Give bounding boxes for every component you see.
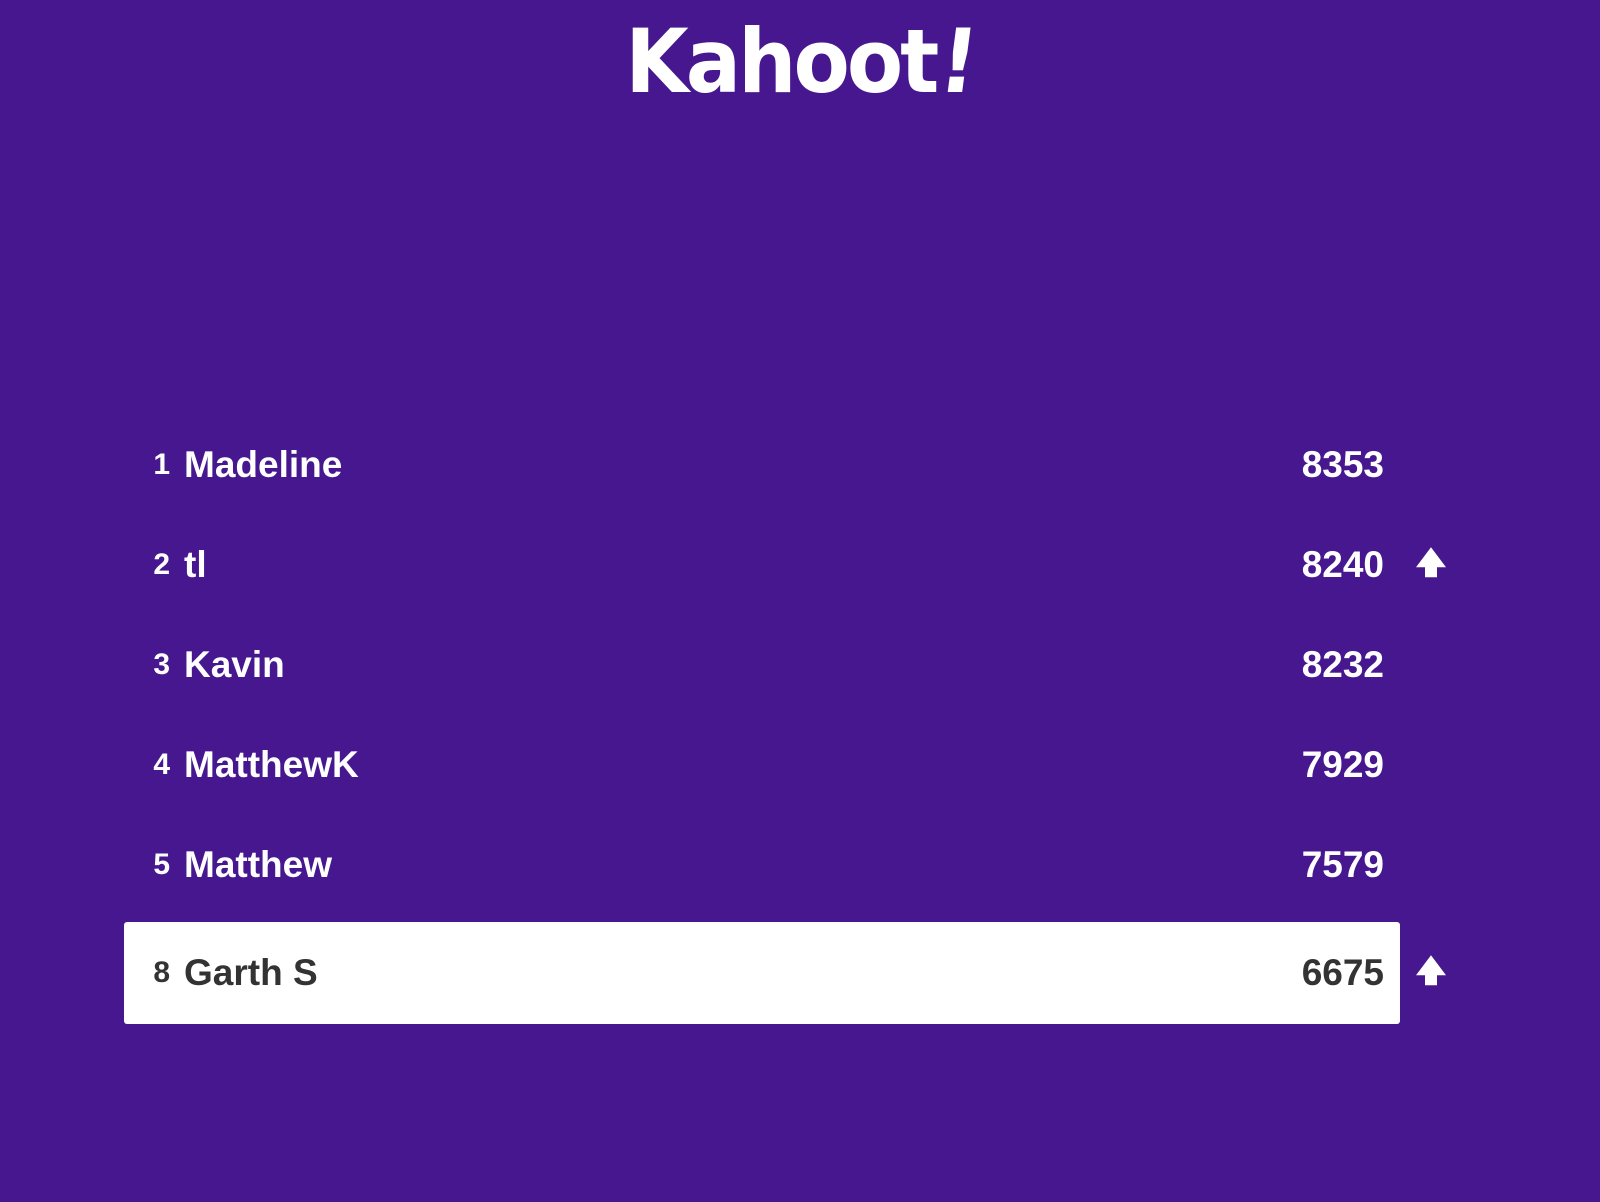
row-rank: 4 [153, 748, 170, 781]
logo-text: Kahoot [625, 11, 939, 114]
row-rank: 8 [153, 956, 170, 989]
player-name: Kavin [184, 644, 285, 685]
kahoot-logo: Kahoot! [0, 11, 1600, 114]
logo-bang: ! [933, 11, 982, 114]
player-name: Madeline [184, 444, 343, 485]
player-name: MatthewK [184, 744, 359, 785]
player-score: 7579 [1301, 844, 1384, 885]
up-arrow-icon [1416, 955, 1446, 986]
player-score: 6675 [1301, 952, 1384, 993]
up-arrow-icon [1416, 547, 1446, 578]
row-rank: 5 [153, 848, 170, 881]
leaderboard-row: 4 MatthewK 7929 [124, 714, 1400, 816]
leaderboard-row: 1 Madeline 8353 [124, 414, 1400, 516]
row-rank: 3 [153, 648, 170, 681]
player-score: 8353 [1301, 444, 1384, 485]
leaderboard-row: 2 tl 8240 [124, 514, 1446, 616]
player-score: 8232 [1301, 644, 1384, 685]
player-score: 7929 [1301, 744, 1384, 785]
player-name: tl [184, 544, 207, 585]
leaderboard-row: 3 Kavin 8232 [124, 614, 1400, 716]
row-rank: 1 [153, 448, 170, 481]
player-name: Garth S [184, 952, 318, 993]
row-rank: 2 [153, 548, 170, 581]
leaderboard-row: 5 Matthew 7579 [124, 814, 1400, 916]
player-score: 8240 [1301, 544, 1384, 585]
player-name: Matthew [184, 844, 332, 885]
current-player-row: 8 Garth S 6675 [124, 922, 1446, 1024]
